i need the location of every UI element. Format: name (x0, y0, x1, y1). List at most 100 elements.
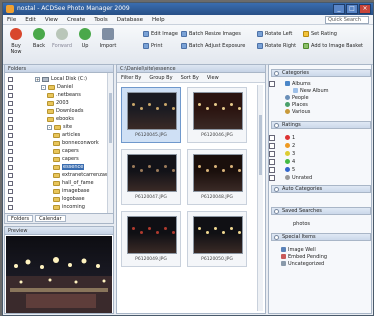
folder-tree-item[interactable]: 2003 (8, 99, 69, 107)
folder-checkbox[interactable] (8, 92, 13, 98)
folder-checkbox[interactable] (8, 164, 13, 170)
folder-tree-item[interactable]: - site (8, 123, 72, 131)
folder-tree-item[interactable]: hall_of_fame (8, 179, 94, 187)
folder-checkbox[interactable] (8, 84, 13, 90)
maximize-button[interactable]: □ (346, 4, 358, 14)
rating-checkbox[interactable] (269, 167, 275, 173)
folder-tree-item[interactable]: logobase (8, 195, 85, 203)
category-albums[interactable]: Albums (285, 80, 311, 87)
menu-view[interactable]: View (45, 17, 58, 23)
folder-tree-item[interactable]: - Daniel (8, 83, 73, 91)
batch-adjust-button[interactable]: Batch Adjust Exposure (181, 43, 245, 49)
browser-scrollbar[interactable] (257, 85, 263, 311)
folder-checkbox[interactable] (8, 180, 13, 186)
rating-checkbox[interactable] (269, 135, 275, 141)
folder-checkbox[interactable] (8, 140, 13, 146)
edit-image-button[interactable]: Edit Image (143, 31, 178, 37)
buy-now-button[interactable]: Buy Now (5, 28, 27, 55)
special-image-well[interactable]: Image Well (281, 246, 316, 253)
tab-folders[interactable]: Folders (7, 215, 34, 222)
print-button[interactable]: Print (143, 43, 163, 49)
close-button[interactable]: × (359, 4, 371, 14)
minimize-button[interactable]: _ (333, 4, 345, 14)
category-various[interactable]: Various (285, 108, 310, 115)
saved-search-item[interactable]: photos (293, 220, 310, 227)
rating-checkbox[interactable] (269, 143, 275, 149)
rating-checkbox[interactable] (269, 175, 275, 181)
folder-checkbox[interactable] (8, 132, 13, 138)
folder-checkbox[interactable] (8, 204, 13, 210)
auto-categories-header[interactable]: Auto Categories (271, 185, 371, 193)
thumbnail-item[interactable]: P6120049.JPG (121, 211, 181, 267)
menu-file[interactable]: File (7, 17, 16, 23)
special-uncategorized[interactable]: Uncategorized (281, 260, 324, 267)
thumbnail-item[interactable]: P6120046.JPG (187, 87, 247, 143)
tab-calendar[interactable]: Calendar (35, 215, 66, 222)
scroll-thumb[interactable] (109, 93, 112, 143)
add-to-basket-button[interactable]: Add to Image Basket (303, 43, 363, 49)
category-new-album[interactable]: New Album (293, 87, 329, 94)
folder-tree-item[interactable]: bonneconwork (8, 139, 99, 147)
back-button[interactable]: Back (28, 28, 50, 49)
quick-search-input[interactable]: Quick Search (325, 16, 369, 24)
folder-checkbox[interactable] (8, 100, 13, 106)
special-embed-pending[interactable]: Embed Pending (281, 253, 327, 260)
categories-header[interactable]: Categories (271, 69, 371, 77)
thumbnail-item[interactable]: P6120048.JPG (187, 149, 247, 205)
menu-tools[interactable]: Tools (94, 17, 108, 23)
menu-database[interactable]: Database (117, 17, 143, 23)
folder-checkbox[interactable] (8, 196, 13, 202)
special-items-header[interactable]: Special Items (271, 233, 371, 241)
scroll-thumb[interactable] (259, 115, 262, 175)
up-button[interactable]: Up (74, 28, 96, 49)
folder-tree-item[interactable]: capers (8, 147, 79, 155)
folder-checkbox[interactable] (8, 116, 13, 122)
forward-button[interactable]: Forward (51, 28, 73, 49)
folders-scrollbar[interactable] (107, 73, 113, 215)
category-people[interactable]: People (285, 94, 309, 101)
thumbnail-item[interactable]: P6120050.JPG (187, 211, 247, 267)
rating-item[interactable]: 2 (285, 142, 295, 149)
menu-help[interactable]: Help (152, 17, 165, 23)
folder-checkbox[interactable] (8, 148, 13, 154)
folder-tree-item[interactable]: .netbeans (8, 91, 81, 99)
folder-checkbox[interactable] (8, 108, 13, 114)
folder-tree-item[interactable]: Downloads (8, 107, 83, 115)
rating-item[interactable]: Unrated (285, 174, 312, 181)
folder-tree-item[interactable]: ebooks (8, 115, 74, 123)
folder-tree-item[interactable]: incoming (8, 203, 85, 211)
folder-tree-item[interactable]: extranetcarrenzaw (8, 171, 109, 179)
folder-tree-item[interactable]: imagebase (8, 187, 90, 195)
category-checkbox[interactable] (269, 81, 275, 87)
import-button[interactable]: Import (97, 28, 119, 49)
folder-checkbox[interactable] (8, 124, 13, 130)
view-button[interactable]: View (207, 75, 219, 81)
category-places[interactable]: Places (285, 101, 308, 108)
folder-checkbox[interactable] (8, 156, 13, 162)
ratings-header[interactable]: Ratings (271, 121, 371, 129)
thumbnail-item[interactable]: P6120045.JPG (121, 87, 181, 143)
batch-resize-button[interactable]: Batch Resize Images (181, 31, 241, 37)
folder-checkbox[interactable] (8, 188, 13, 194)
expand-toggle-icon[interactable]: - (41, 84, 46, 90)
rating-checkbox[interactable] (269, 159, 275, 165)
folder-tree-item[interactable]: articles (8, 131, 80, 139)
menu-create[interactable]: Create (67, 17, 85, 23)
rating-item[interactable]: 1 (285, 134, 295, 141)
filter-by-button[interactable]: Filter By (121, 75, 141, 81)
folder-tree-item[interactable]: capers (8, 155, 79, 163)
saved-searches-header[interactable]: Saved Searches (271, 207, 371, 215)
folder-checkbox[interactable] (8, 172, 13, 178)
folder-tree-item[interactable]: + Local Disk (C:) (8, 75, 87, 83)
expand-toggle-icon[interactable]: + (35, 76, 40, 82)
set-rating-button[interactable]: Set Rating (303, 31, 337, 37)
menu-edit[interactable]: Edit (25, 17, 36, 23)
rating-checkbox[interactable] (269, 151, 275, 157)
sort-by-button[interactable]: Sort By (181, 75, 199, 81)
rotate-left-button[interactable]: Rotate Left (257, 31, 292, 37)
rating-item[interactable]: 3 (285, 150, 295, 157)
expand-toggle-icon[interactable]: - (47, 124, 52, 130)
rotate-right-button[interactable]: Rotate Right (257, 43, 296, 49)
folder-checkbox[interactable] (8, 76, 13, 82)
rating-item[interactable]: 5 (285, 166, 295, 173)
